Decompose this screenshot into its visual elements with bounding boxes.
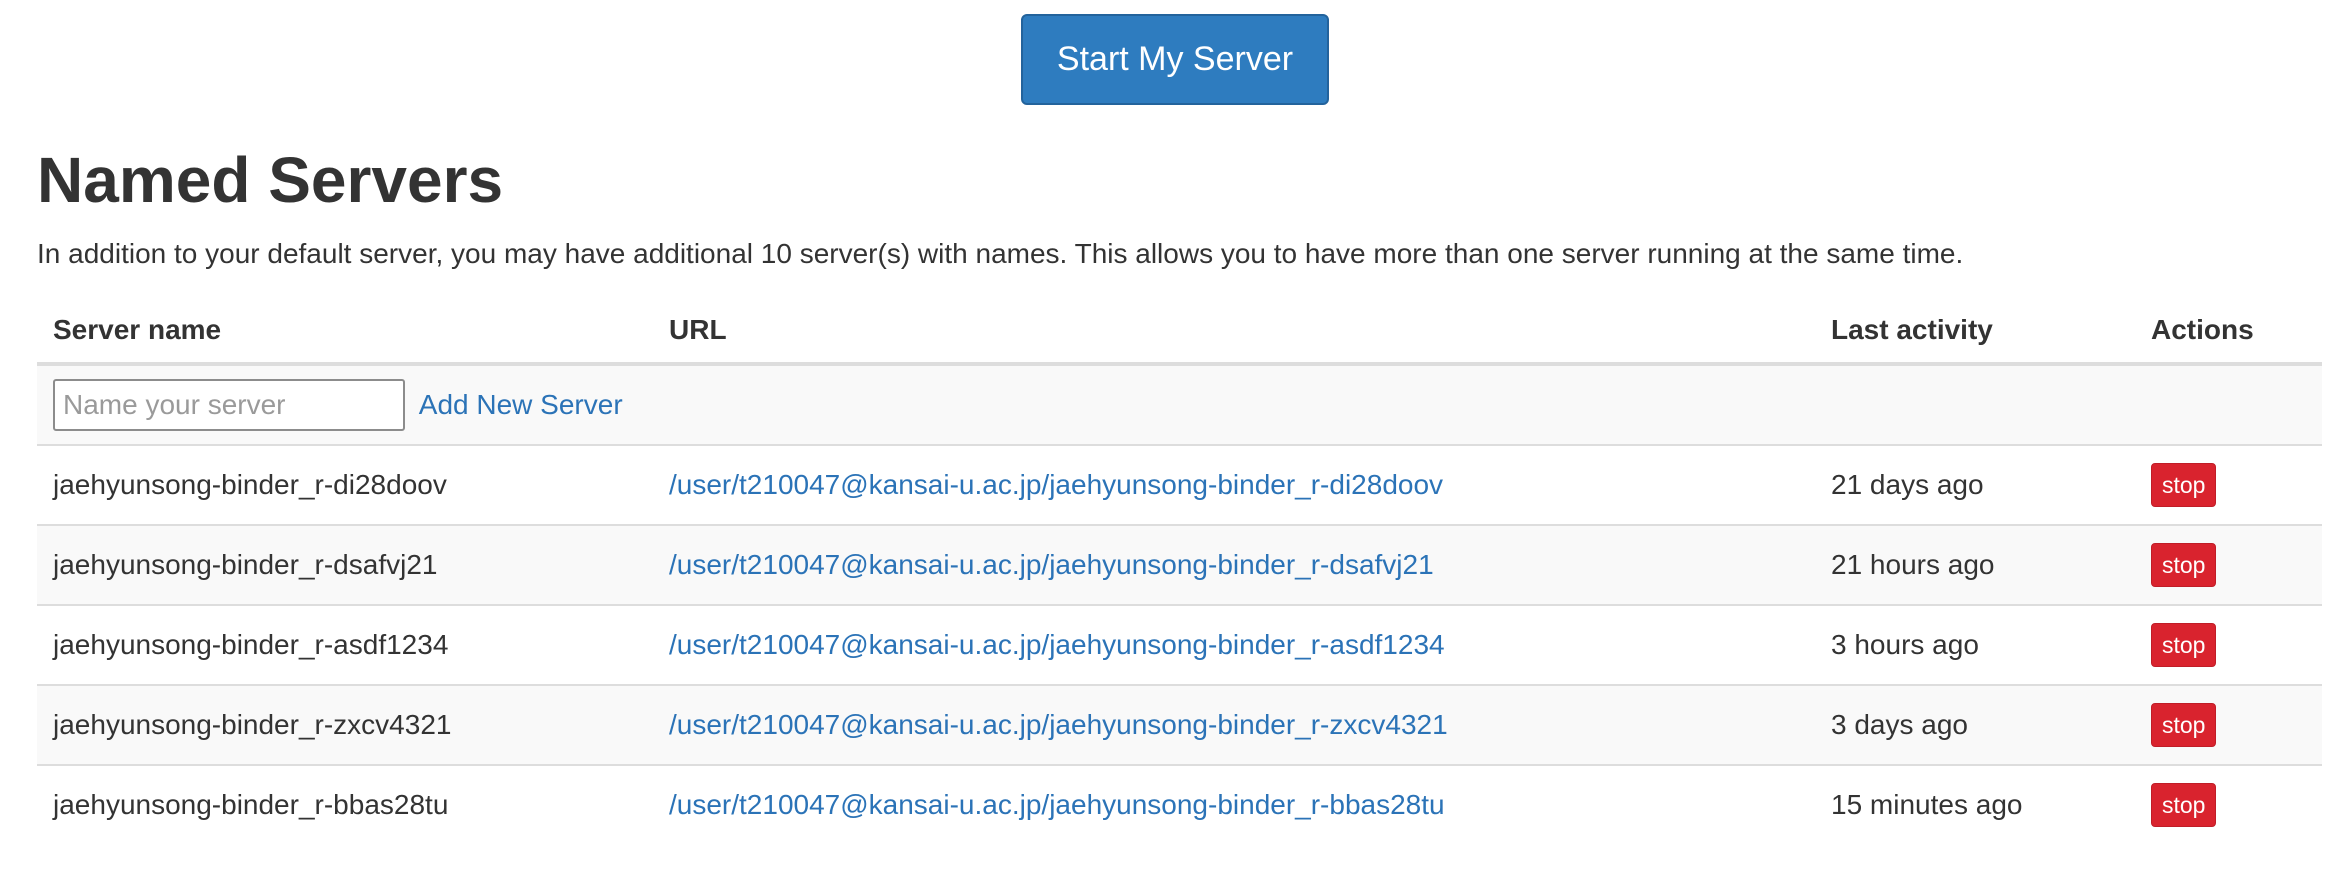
table-row: jaehyunsong-binder_r-asdf1234 /user/t210… bbox=[37, 604, 2322, 685]
server-url-link[interactable]: /user/t210047@kansai-u.ac.jp/jaehyunsong… bbox=[669, 629, 1445, 660]
start-my-server-button[interactable]: Start My Server bbox=[1020, 14, 1330, 105]
stop-server-button[interactable]: stop bbox=[2151, 543, 2217, 587]
last-activity-cell: 3 hours ago bbox=[1815, 604, 2135, 685]
named-servers-description: In addition to your default server, you … bbox=[37, 238, 1964, 269]
server-url-link[interactable]: /user/t210047@kansai-u.ac.jp/jaehyunsong… bbox=[669, 549, 1434, 580]
start-server-area: Start My Server bbox=[0, 14, 2346, 105]
new-server-row: Add New Server bbox=[37, 363, 2322, 445]
server-name-cell: jaehyunsong-binder_r-di28doov bbox=[37, 444, 653, 525]
server-name-cell: jaehyunsong-binder_r-zxcv4321 bbox=[37, 684, 653, 765]
table-row: jaehyunsong-binder_r-dsafvj21 /user/t210… bbox=[37, 524, 2322, 605]
stop-server-button[interactable]: stop bbox=[2151, 703, 2217, 747]
server-url-link[interactable]: /user/t210047@kansai-u.ac.jp/jaehyunsong… bbox=[669, 789, 1445, 820]
new-server-cell: Add New Server bbox=[37, 363, 2322, 445]
last-activity-cell: 21 days ago bbox=[1815, 444, 2135, 525]
stop-server-button[interactable]: stop bbox=[2151, 623, 2217, 667]
server-name-cell: jaehyunsong-binder_r-dsafvj21 bbox=[37, 524, 653, 605]
named-servers-table: Server name URL Last activity Actions Ad… bbox=[37, 298, 2322, 844]
server-url-link[interactable]: /user/t210047@kansai-u.ac.jp/jaehyunsong… bbox=[669, 469, 1443, 500]
table-header-row: Server name URL Last activity Actions bbox=[37, 298, 2322, 366]
header-last-activity: Last activity bbox=[1815, 298, 2135, 366]
actions-cell: stop bbox=[2135, 764, 2322, 844]
header-url: URL bbox=[653, 298, 1815, 366]
last-activity-cell: 3 days ago bbox=[1815, 684, 2135, 765]
server-name-cell: jaehyunsong-binder_r-bbas28tu bbox=[37, 764, 653, 844]
last-activity-cell: 15 minutes ago bbox=[1815, 764, 2135, 844]
server-url-cell: /user/t210047@kansai-u.ac.jp/jaehyunsong… bbox=[653, 684, 1815, 765]
actions-cell: stop bbox=[2135, 444, 2322, 525]
actions-cell: stop bbox=[2135, 684, 2322, 765]
table-row: jaehyunsong-binder_r-zxcv4321 /user/t210… bbox=[37, 684, 2322, 765]
server-url-link[interactable]: /user/t210047@kansai-u.ac.jp/jaehyunsong… bbox=[669, 709, 1448, 740]
last-activity-cell: 21 hours ago bbox=[1815, 524, 2135, 605]
server-url-cell: /user/t210047@kansai-u.ac.jp/jaehyunsong… bbox=[653, 524, 1815, 605]
page-title: Named Servers bbox=[37, 144, 504, 216]
named-servers-section: Named Servers In addition to your defaul… bbox=[37, 140, 2322, 844]
table-row: jaehyunsong-binder_r-di28doov /user/t210… bbox=[37, 444, 2322, 525]
actions-cell: stop bbox=[2135, 604, 2322, 685]
server-url-cell: /user/t210047@kansai-u.ac.jp/jaehyunsong… bbox=[653, 764, 1815, 844]
stop-server-button[interactable]: stop bbox=[2151, 463, 2217, 507]
add-new-server-link[interactable]: Add New Server bbox=[419, 389, 623, 420]
server-url-cell: /user/t210047@kansai-u.ac.jp/jaehyunsong… bbox=[653, 444, 1815, 525]
header-server-name: Server name bbox=[37, 298, 653, 366]
server-name-input[interactable] bbox=[53, 379, 405, 431]
table-row: jaehyunsong-binder_r-bbas28tu /user/t210… bbox=[37, 764, 2322, 844]
server-url-cell: /user/t210047@kansai-u.ac.jp/jaehyunsong… bbox=[653, 604, 1815, 685]
server-name-cell: jaehyunsong-binder_r-asdf1234 bbox=[37, 604, 653, 685]
stop-server-button[interactable]: stop bbox=[2151, 783, 2217, 827]
header-actions: Actions bbox=[2135, 298, 2322, 366]
actions-cell: stop bbox=[2135, 524, 2322, 605]
